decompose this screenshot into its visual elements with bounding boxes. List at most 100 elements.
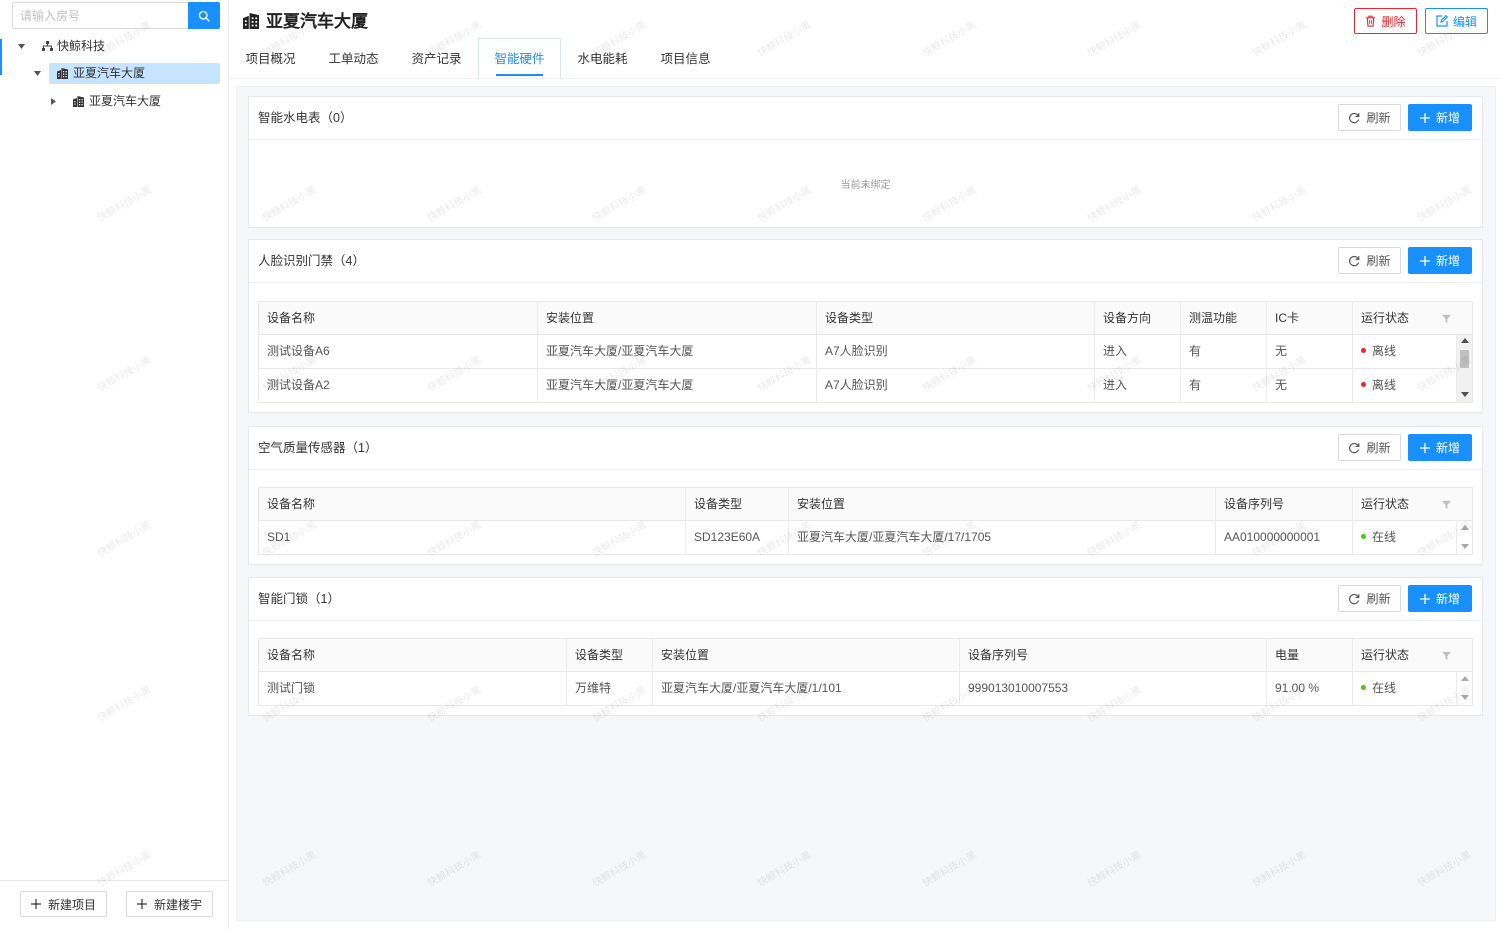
status-text: 在线 [1372,681,1397,695]
filter-icon[interactable] [1442,651,1451,660]
room-search-input[interactable] [12,2,189,29]
status-text: 离线 [1372,378,1397,392]
tab-bar-divider [229,78,1500,79]
tab-work-orders[interactable]: 工单动态 [312,38,395,78]
scroll-down-arrow-icon[interactable] [1461,544,1469,549]
column-header-label: 安装位置 [546,311,595,325]
column-header: 设备类型 [567,639,653,672]
column-header-label: 设备类型 [694,497,743,511]
table-row[interactable]: 测试设备A2 亚夏汽车大厦/亚夏汽车大厦 A7人脸识别 进入 有 无 离线 [259,369,1473,403]
smart-meter-card: 智能水电表（0） 刷新 新增 当前未绑定 [248,96,1483,228]
cell-text: A7人脸识别 [825,344,888,358]
new-building-button[interactable]: 新建楼宇 [126,891,213,917]
smart-lock-card: 智能门锁（1） 刷新 新增 设备名称 设备类型 安装位置 设备序列号 电量 运行状态 测试门… [248,577,1483,716]
filter-icon[interactable] [1442,500,1451,509]
delete-button[interactable]: 删除 [1354,8,1417,34]
add-button[interactable]: 新增 [1408,247,1472,274]
refresh-button-label: 刷新 [1366,111,1391,125]
building-icon [57,68,68,79]
cell-text: 无 [1275,378,1288,392]
cell-text: 亚夏汽车大厦/亚夏汽车大厦 [546,344,694,358]
tree-node-label: 快鲸科技 [57,39,106,53]
refresh-button[interactable]: 刷新 [1338,585,1401,612]
column-header-label: 设备序列号 [1224,497,1285,511]
add-button[interactable]: 新增 [1408,585,1472,612]
new-project-button[interactable]: 新建项目 [20,891,107,917]
scrollbar-thumb[interactable] [1460,350,1469,368]
delete-button-label: 删除 [1381,14,1406,29]
vertical-scrollbar[interactable] [1457,521,1472,554]
tab-project-overview[interactable]: 项目概况 [229,38,312,78]
table-row[interactable]: SD1 SD123E60A 亚夏汽车大厦/亚夏汽车大厦/17/1705 AA01000… [259,521,1473,555]
page-title: 亚夏汽车大厦 [266,12,368,31]
scroll-up-arrow-icon[interactable] [1461,338,1469,343]
scroll-down-arrow-icon[interactable] [1461,392,1469,397]
table-cell: SD1 [259,521,686,555]
column-header: 设备名称 [259,639,567,672]
edit-icon [1436,14,1449,27]
vertical-scrollbar[interactable] [1457,672,1472,705]
refresh-button[interactable]: 刷新 [1338,247,1401,274]
caret-down-icon[interactable] [18,44,25,49]
caret-down-icon[interactable] [34,71,41,76]
table-cell: SD123E60A [686,521,789,555]
table-cell: 亚夏汽车大厦/亚夏汽车大厦 [538,335,817,369]
add-button[interactable]: 新增 [1408,434,1472,461]
tab-project-info[interactable]: 项目信息 [644,38,727,78]
caret-right-icon[interactable] [51,98,56,105]
face-access-card: 人脸识别门禁（4） 刷新 新增 设备名称 安装位置 设备类型 设备方向 测温功能 IC卡 运… [248,239,1483,413]
card-title: 空气质量传感器（1） [258,441,378,455]
scroll-up-arrow-icon[interactable] [1461,525,1469,530]
refresh-icon [1348,112,1360,124]
cell-text: SD1 [267,530,291,544]
vertical-scrollbar[interactable] [1457,335,1472,402]
table-cell: 亚夏汽车大厦/亚夏汽车大厦 [538,369,817,403]
tree-node-building[interactable]: 亚夏汽车大厦 [29,62,220,84]
cell-text: 测试设备A2 [267,378,330,392]
tab-bar: 项目概况 工单动态 资产记录 智能硬件 水电能耗 项目信息 [229,38,727,78]
column-header-label: 测温功能 [1189,311,1238,325]
status-dot [1361,382,1366,388]
card-header: 智能门锁（1） 刷新 新增 [249,578,1482,621]
tree-node-sub-building[interactable]: 亚夏汽车大厦 [45,90,220,112]
tree-node-label: 亚夏汽车大厦 [89,94,162,108]
table-cell: A7人脸识别 [817,335,1095,369]
add-button[interactable]: 新增 [1408,104,1472,131]
edit-button[interactable]: 编辑 [1425,8,1488,34]
table-cell: 测试设备A2 [259,369,538,403]
edit-button-label: 编辑 [1452,14,1477,29]
table-row[interactable]: 测试设备A6 亚夏汽车大厦/亚夏汽车大厦 A7人脸识别 进入 有 无 离线 [259,335,1473,369]
table-cell: 进入 [1095,335,1181,369]
cell-text: 有 [1189,344,1202,358]
column-header: 设备类型 [686,488,789,521]
cell-text: 有 [1189,378,1202,392]
search-button[interactable] [188,2,220,29]
air-sensor-table: 设备名称 设备类型 安装位置 设备序列号 运行状态 SD1 SD123E60A 亚夏汽车大厦/… [258,487,1473,555]
tab-smart-hardware[interactable]: 智能硬件 [478,38,561,78]
cell-text: 999013010007553 [968,681,1069,695]
column-header: 运行状态 [1353,639,1473,672]
tab-asset-records[interactable]: 资产记录 [395,38,478,78]
refresh-icon [1348,593,1360,605]
tree-node-company[interactable]: 快鲸科技 [14,35,220,57]
tab-energy[interactable]: 水电能耗 [561,38,644,78]
refresh-button[interactable]: 刷新 [1338,434,1401,461]
plus-icon [1419,112,1430,123]
refresh-icon [1348,255,1360,267]
scroll-down-arrow-icon[interactable] [1461,695,1469,700]
table-header-row: 设备名称 设备类型 安装位置 设备序列号 运行状态 [259,488,1473,521]
filter-icon[interactable] [1442,314,1451,323]
cell-text: 进入 [1103,378,1128,392]
smart-lock-table: 设备名称 设备类型 安装位置 设备序列号 电量 运行状态 测试门锁 万维特 亚夏汽车大厦/亚夏汽… [258,638,1473,706]
trash-icon [1365,15,1376,27]
plus-icon [1419,593,1430,604]
card-title: 智能门锁（1） [258,592,340,606]
table-row[interactable]: 测试门锁 万维特 亚夏汽车大厦/亚夏汽车大厦/1/101 99901301000755… [259,672,1473,706]
column-header-label: 运行状态 [1361,497,1410,511]
column-header-label: 设备类型 [825,311,874,325]
refresh-button[interactable]: 刷新 [1338,104,1401,131]
scroll-up-arrow-icon[interactable] [1461,676,1469,681]
watermark: 快鲸科技小黑 [756,19,814,60]
building-icon [243,13,259,29]
status-text: 离线 [1372,344,1397,358]
